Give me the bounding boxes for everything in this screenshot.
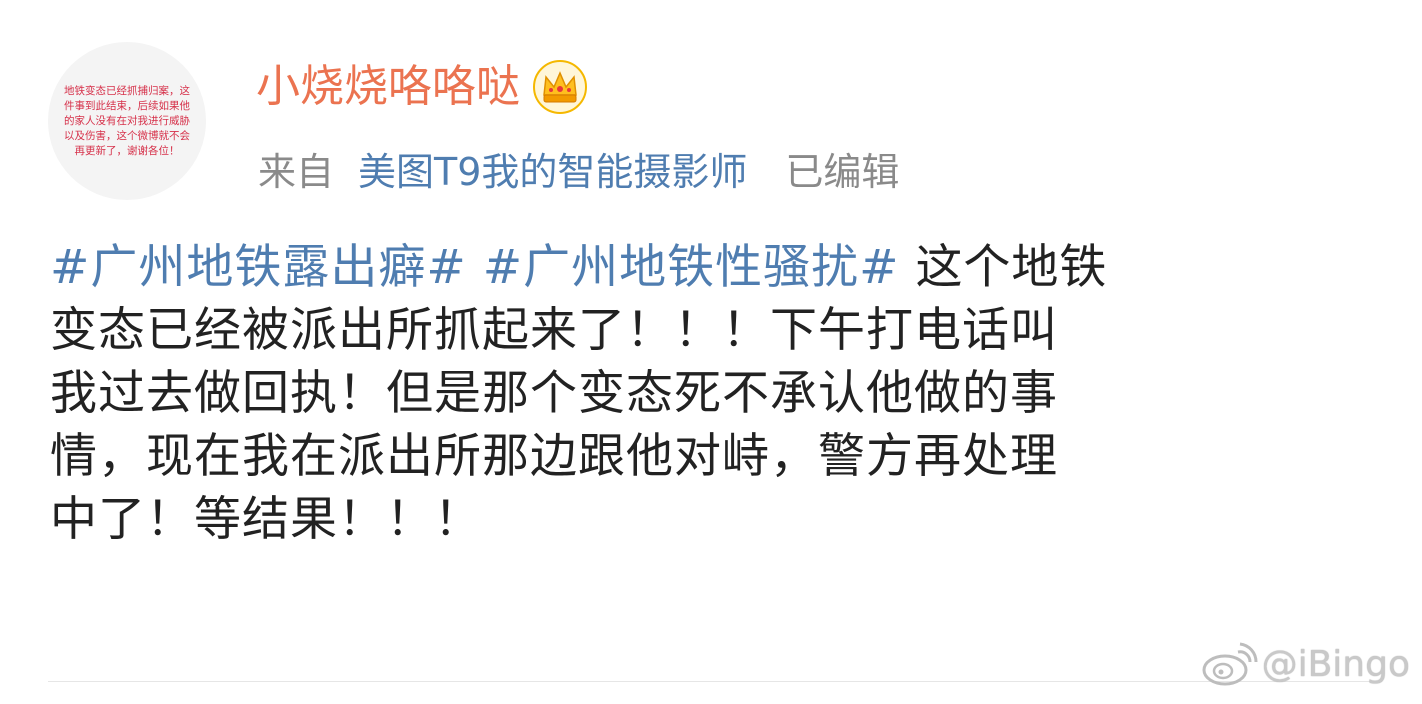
avatar-text: 地铁变态已经抓捕归案，这件事到此结束，后续如果他的家人没有在对我进行威胁以及伤害… bbox=[64, 84, 190, 157]
user-avatar[interactable]: 地铁变态已经抓捕归案，这件事到此结束，后续如果他的家人没有在对我进行威胁以及伤害… bbox=[48, 42, 206, 200]
post-line: 情，现在我在派出所那边跟他对峙，警方再处理 bbox=[50, 429, 1058, 484]
post-body: #广州地铁露出癖# #广州地铁性骚扰# 这个地铁 变态已经被派出所抓起来了！！！… bbox=[50, 236, 1265, 551]
username[interactable]: 小烧烧咯咯哒 bbox=[256, 57, 520, 117]
divider bbox=[48, 681, 1382, 682]
username-row: 小烧烧咯咯哒 bbox=[256, 52, 588, 122]
edited-label[interactable]: 已编辑 bbox=[785, 141, 899, 196]
post-line: 变态已经被派出所抓起来了！！！下午打电话叫 bbox=[50, 303, 1058, 358]
post-line: 中了！等结果！！！ bbox=[50, 492, 482, 547]
source-prefix: 来自 bbox=[258, 149, 335, 194]
post-text: 这个地铁 bbox=[915, 240, 1108, 295]
watermark: @iBingo bbox=[1200, 640, 1410, 688]
post-line: 我过去做回执！但是那个变态死不承认他做的事 bbox=[50, 366, 1058, 421]
hashtag-link[interactable]: #广州地铁露出癖# bbox=[50, 240, 467, 295]
crown-icon[interactable] bbox=[532, 59, 588, 115]
post-line: #广州地铁露出癖# #广州地铁性骚扰# 这个地铁 bbox=[50, 236, 1265, 299]
post-source-row: 来自 美图T9我的智能摄影师 已编辑 bbox=[258, 140, 899, 196]
weibo-logo-icon bbox=[1202, 642, 1258, 686]
hashtag-link[interactable]: #广州地铁性骚扰# bbox=[483, 240, 900, 295]
source-app-link[interactable]: 美图T9我的智能摄影师 bbox=[358, 141, 747, 196]
watermark-text: @iBingo bbox=[1261, 643, 1410, 685]
